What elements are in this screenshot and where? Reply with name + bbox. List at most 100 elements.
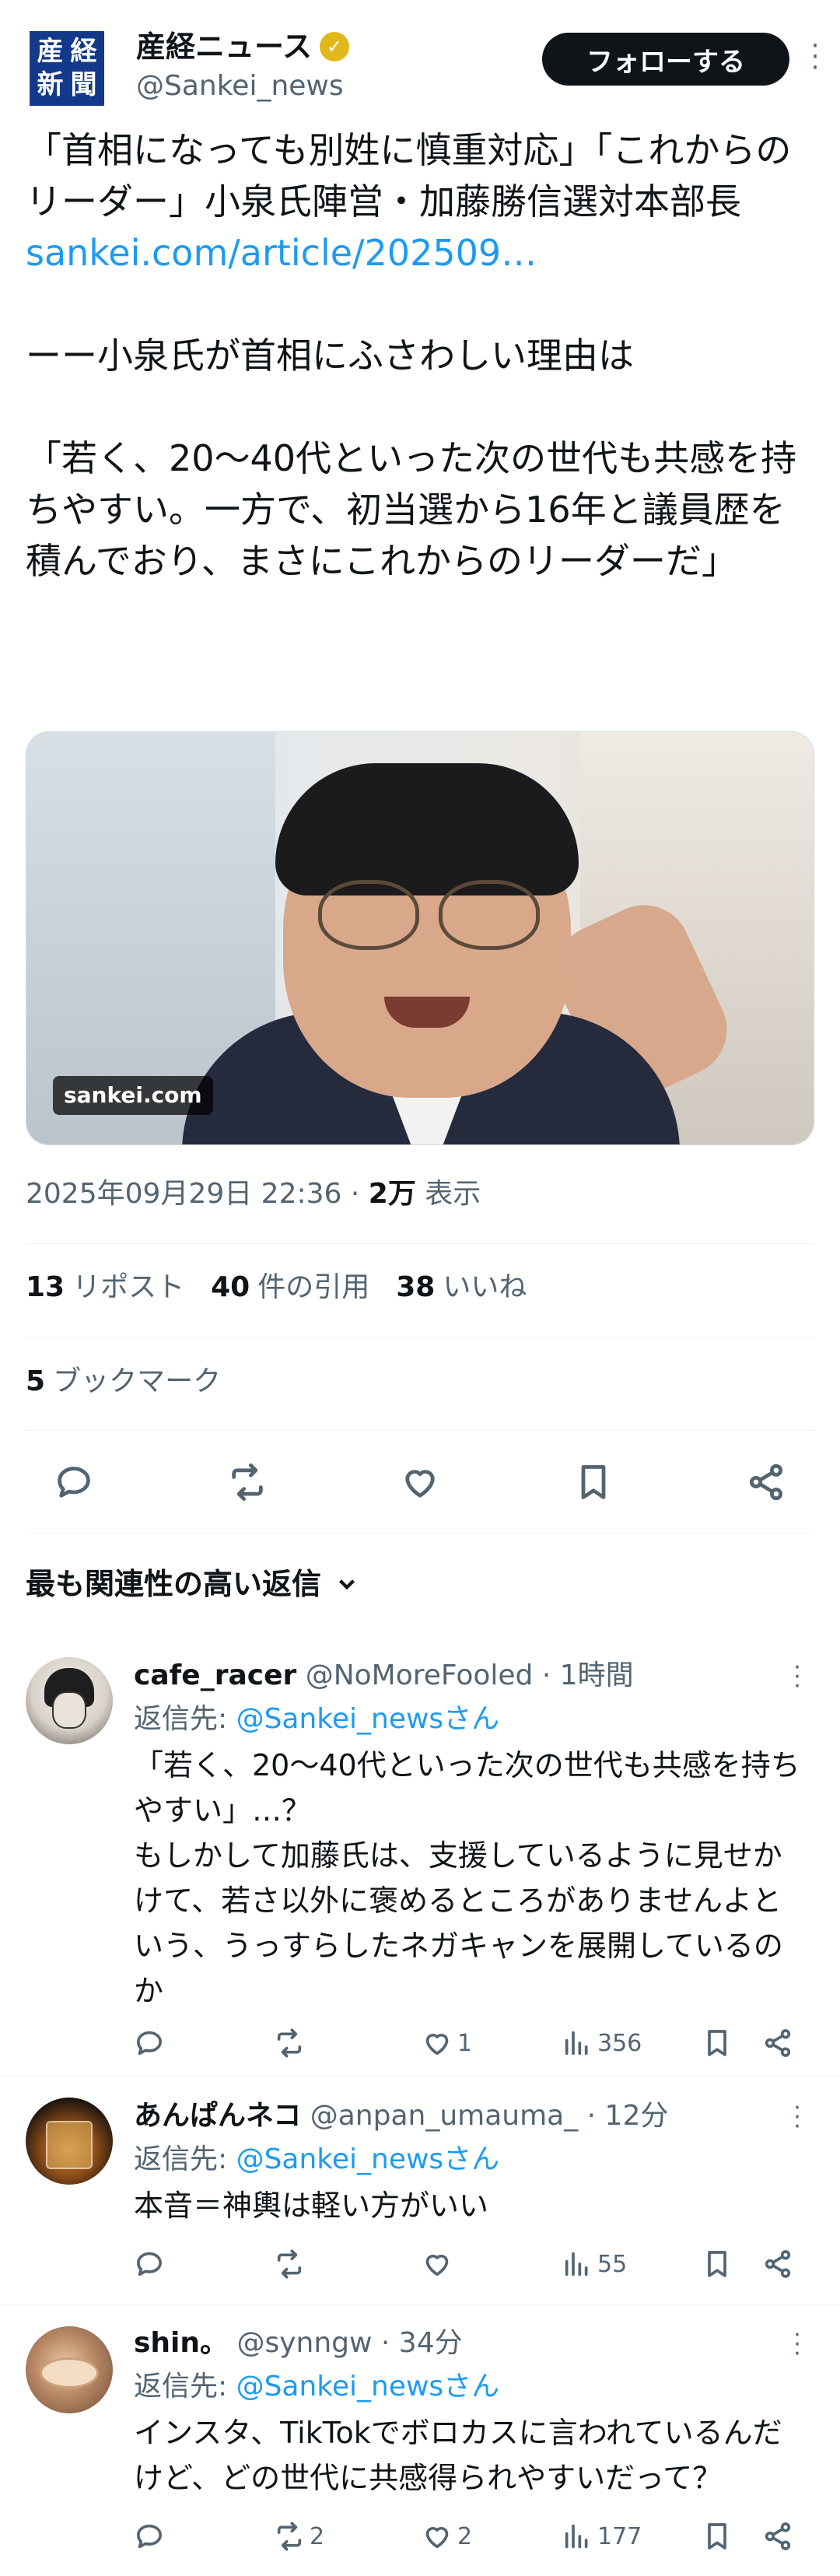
reply-more-icon[interactable]: · · · (786, 2097, 809, 2139)
tweet-spacer (26, 381, 819, 433)
reply-views-count: 356 (597, 2029, 642, 2057)
reply-to-line: 返信先: @Sankei_newsさん (134, 2367, 499, 2407)
more-options-icon[interactable]: · · · (803, 33, 827, 81)
avatar-plate-shape (40, 2357, 99, 2388)
reply-reply-button[interactable] (134, 2021, 165, 2065)
views-chart-icon (565, 2031, 588, 2056)
reply-author-meta[interactable]: @synngw · 34分 (228, 2327, 462, 2359)
reply-repost-button[interactable] (274, 2021, 310, 2065)
photo-hair (275, 763, 579, 895)
quotes-stat[interactable]: 40 件の引用 (211, 1264, 369, 1311)
bookmark-icon (581, 1465, 605, 1499)
reply-like-count: 2 (457, 2522, 473, 2550)
reply-item[interactable]: shin。 @synngw · 34分 · · · 返信先: @Sankei_new… (0, 2306, 840, 2576)
author-names: 産経ニュース ✓ @Sankei_news (136, 26, 350, 106)
reply-share-button[interactable] (762, 2515, 793, 2558)
media-source-badge: sankei.com (53, 1076, 213, 1115)
reposts-label: リポスト (72, 1271, 185, 1303)
reply-to-handle[interactable]: @Sankei_newsさん (236, 2143, 500, 2175)
share-button[interactable] (741, 1457, 791, 1507)
bookmarks-stat[interactable]: 5 ブックマーク (26, 1358, 221, 1405)
reply-item[interactable]: あんぱんネコ @anpan_umauma_ · 12分 · · · 返信先: @Sa… (0, 2077, 840, 2303)
bookmarks-label: ブックマーク (53, 1365, 222, 1397)
divider (26, 1430, 814, 1431)
reply-share-button[interactable] (762, 2242, 793, 2286)
reply-repost-button[interactable]: 2 (274, 2515, 324, 2558)
reply-like-count: 1 (457, 2029, 473, 2057)
views-chart-icon (565, 2252, 588, 2276)
reply-like-button[interactable]: 1 (422, 2021, 472, 2065)
quotes-label: 件の引用 (257, 1271, 370, 1303)
reply-bookmark-button[interactable] (702, 2021, 733, 2065)
tweet-link[interactable]: sankei.com/article/202509… (26, 227, 819, 279)
avatar-char: 産 (37, 36, 64, 67)
quotes-count: 40 (211, 1271, 250, 1303)
reply-avatar[interactable] (26, 1657, 113, 1744)
reply-button[interactable] (49, 1457, 99, 1507)
reply-header: cafe_racer @NoMoreFooled · 1時間 (134, 1656, 634, 1696)
repost-button[interactable] (222, 1457, 272, 1507)
reply-to-prefix: 返信先: (134, 2143, 236, 2175)
reply-item[interactable]: cafe_racer @NoMoreFooled · 1時間 · · · 返信先: … (0, 1634, 840, 2077)
reply-views-button[interactable]: 356 (562, 2021, 642, 2065)
reply-more-icon[interactable]: · · · (786, 2324, 809, 2366)
bookmark-button[interactable] (569, 1457, 618, 1507)
divider (26, 1243, 814, 1244)
share-icon (765, 2522, 791, 2550)
reply-repost-button[interactable] (274, 2242, 310, 2286)
reply-bookmark-button[interactable] (702, 2515, 733, 2558)
divider (0, 2076, 840, 2077)
reply-text: 「若く、20〜40代といった次の世代も共感を持ちやすい」…？ もしかして加藤氏は… (134, 1748, 800, 2008)
repost-icon (231, 1463, 263, 1502)
likes-label: いいね (443, 1271, 527, 1303)
author-name[interactable]: 産経ニュース (136, 26, 312, 67)
avatar-char: 新 (37, 69, 64, 100)
replies-sort-dropdown[interactable]: 最も関連性の高い返信 (26, 1556, 360, 1612)
reply-author-meta[interactable]: @NoMoreFooled · 1時間 (296, 1660, 634, 1691)
reply-to-handle[interactable]: @Sankei_newsさん (236, 1703, 500, 1735)
link-card-image[interactable]: sankei.com (26, 731, 814, 1145)
reply-repost-count: 2 (310, 2522, 325, 2550)
author-avatar[interactable]: 産 経 新 聞 (30, 31, 104, 106)
views-label: 表示 (415, 1178, 481, 1210)
reply-to-handle[interactable]: @Sankei_newsさん (236, 2371, 500, 2403)
like-button[interactable] (395, 1457, 445, 1507)
reply-author-name[interactable]: あんぱんネコ (134, 2100, 301, 2132)
tweet-headline: 「首相になっても別姓に慎重対応」「これからのリーダー」小泉氏陣営・加藤勝信選対本… (26, 129, 792, 223)
reply-author-name[interactable]: shin。 (134, 2327, 228, 2359)
reply-author-name[interactable]: cafe_racer (134, 1660, 296, 1691)
author-name-row[interactable]: 産経ニュース ✓ (136, 26, 350, 67)
tweet-spacer (26, 279, 819, 330)
likes-stat[interactable]: 38 いいね (396, 1264, 527, 1311)
reply-views-button[interactable]: 55 (562, 2242, 627, 2286)
reply-author-meta[interactable]: @anpan_umauma_ · 12分 (301, 2100, 669, 2132)
share-icon (749, 1463, 783, 1501)
reply-reply-button[interactable] (134, 2515, 165, 2558)
reply-like-button[interactable]: 2 (422, 2515, 472, 2558)
post-action-bar (26, 1447, 814, 1517)
timestamp[interactable]: 2025年09月29日 22:36 · (26, 1178, 369, 1210)
reply-avatar[interactable] (26, 2326, 113, 2413)
repost-icon (277, 2249, 302, 2279)
likes-count: 38 (396, 1271, 436, 1303)
verified-badge-icon: ✓ (320, 32, 350, 61)
reply-bookmark-button[interactable] (702, 2242, 733, 2286)
reply-share-button[interactable] (762, 2021, 793, 2065)
share-icon (765, 2029, 791, 2057)
reply-header: あんぱんネコ @anpan_umauma_ · 12分 (134, 2096, 668, 2136)
bookmark-icon (708, 2523, 726, 2550)
reply-more-icon[interactable]: · · · (786, 1656, 809, 1698)
like-icon (405, 1470, 435, 1498)
reply-like-button[interactable] (422, 2242, 457, 2286)
author-handle[interactable]: @Sankei_news (136, 67, 349, 106)
reply-views-button[interactable]: 177 (562, 2515, 642, 2558)
reply-reply-button[interactable] (134, 2242, 165, 2286)
avatar-char: 経 (70, 36, 97, 67)
reposts-stat[interactable]: 13 リポスト (26, 1264, 184, 1311)
follow-button[interactable]: フォローする (542, 33, 789, 86)
engagement-stats: 13 リポスト 40 件の引用 38 いいね (26, 1264, 527, 1311)
tweet-quote: 「若く、20〜40代といった次の世代も共感を持ちやすい。一方で、初当選から16年… (26, 437, 797, 582)
reply-avatar[interactable] (26, 2098, 113, 2185)
post-page: 産 経 新 聞 産経ニュース ✓ @Sankei_news フォローする · · ·… (0, 0, 840, 2576)
tweet-text: 「首相になっても別姓に慎重対応」「これからのリーダー」小泉氏陣営・加藤勝信選対本… (26, 124, 819, 587)
